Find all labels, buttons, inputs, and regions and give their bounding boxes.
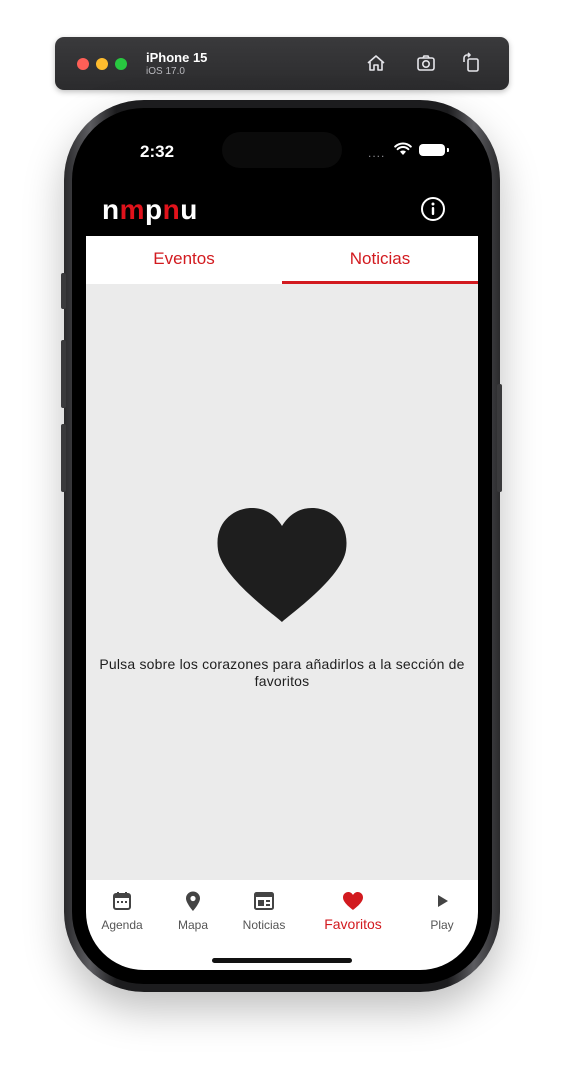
- top-tab-bar: Eventos Noticias: [86, 236, 478, 284]
- wifi-icon: [394, 142, 412, 156]
- minimize-window-button[interactable]: [96, 58, 108, 70]
- logo-letter: n: [162, 194, 181, 225]
- logo-letter: p: [145, 194, 163, 225]
- heart-icon: [314, 890, 392, 912]
- bottom-navigation: Agenda Mapa Noticias Favoritos Play: [86, 880, 478, 970]
- device-name: iPhone 15: [146, 50, 208, 65]
- logo-letter: u: [180, 194, 198, 225]
- newspaper-icon: [225, 890, 303, 912]
- logo-letter: n: [102, 194, 120, 225]
- nav-label: Noticias: [242, 918, 286, 932]
- logo-letter: m: [119, 194, 146, 225]
- battery-icon: [419, 144, 449, 156]
- close-window-button[interactable]: [77, 58, 89, 70]
- power-button: [497, 384, 502, 492]
- nav-label: Play: [430, 918, 454, 932]
- nav-item-mapa[interactable]: Mapa: [154, 890, 232, 934]
- info-icon[interactable]: [420, 196, 446, 222]
- empty-state-message: Pulsa sobre los corazones para añadirlos…: [99, 656, 465, 689]
- nav-label: Agenda: [101, 918, 143, 932]
- action-button: [61, 273, 66, 309]
- zoom-window-button[interactable]: [115, 58, 127, 70]
- heart-icon: [216, 506, 348, 626]
- home-icon[interactable]: [365, 52, 387, 74]
- nav-label: Favoritos: [324, 916, 382, 932]
- os-version: iOS 17.0: [146, 66, 185, 77]
- nav-item-agenda[interactable]: Agenda: [86, 890, 161, 934]
- rotate-icon[interactable]: [460, 52, 482, 74]
- play-icon: [403, 890, 478, 912]
- nav-item-noticias[interactable]: Noticias: [225, 890, 303, 934]
- nav-label: Mapa: [177, 918, 209, 932]
- tab-noticias[interactable]: Noticias: [282, 236, 478, 284]
- map-pin-icon: [154, 890, 232, 912]
- simulator-toolbar: iPhone 15 iOS 17.0: [55, 37, 509, 90]
- favorites-empty-state: Pulsa sobre los corazones para añadirlos…: [86, 284, 478, 880]
- calendar-icon: [86, 890, 161, 912]
- volume-up-button: [61, 340, 66, 408]
- nav-item-favoritos[interactable]: Favoritos: [314, 890, 392, 934]
- signal-indicator: ....: [368, 146, 386, 160]
- tab-eventos[interactable]: Eventos: [86, 236, 282, 284]
- nav-item-play[interactable]: Play: [403, 890, 478, 934]
- app-logo: nmpnu: [102, 194, 198, 226]
- home-indicator[interactable]: [212, 958, 352, 963]
- volume-down-button: [61, 424, 66, 492]
- screenshot-icon[interactable]: [415, 52, 437, 74]
- status-time: 2:32: [140, 142, 175, 161]
- dynamic-island: [222, 132, 342, 168]
- phone-screen: 2:32 .... nmpnu Eventos Noticias Pulsa s…: [86, 120, 478, 970]
